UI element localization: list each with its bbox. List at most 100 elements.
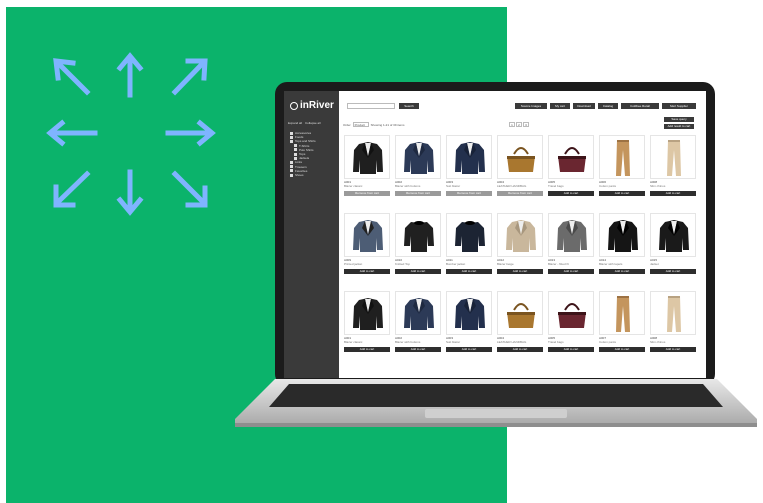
product-card[interactable]: A004 LEATHER HANDBAG Add to cart <box>497 291 543 352</box>
app-sidebar: inRiver Expand all Collapse all Accessor… <box>284 91 339 378</box>
product-card[interactable]: A002 Blazer with buttons Remove from cart <box>395 135 441 196</box>
category-tree: Accessories Foods Tops and Shirts T-Shirts P… <box>290 131 316 177</box>
product-thumbnail[interactable] <box>344 213 390 257</box>
add-to-cart-button[interactable]: Add to cart <box>344 269 390 274</box>
catalog-button[interactable]: Catalog <box>598 103 618 109</box>
add-to-cart-button[interactable]: Add to cart <box>599 191 645 196</box>
product-card[interactable]: A001 Blazer classic Add to cart <box>344 291 390 352</box>
product-thumbnail[interactable] <box>548 291 594 335</box>
add-to-cart-button[interactable]: Add to cart <box>446 347 492 352</box>
product-image <box>455 298 485 330</box>
my-cart-button[interactable]: My cart <box>550 103 570 109</box>
add-to-cart-button[interactable]: Add to cart <box>650 269 696 274</box>
product-thumbnail[interactable] <box>650 135 696 179</box>
product-card[interactable]: A005 Travel bags Add to cart <box>548 291 594 352</box>
download-button[interactable]: Download <box>573 103 595 109</box>
product-image <box>616 140 630 176</box>
product-card[interactable]: A014 Blazer with lapels Add to cart <box>599 213 645 274</box>
add-to-cart-button[interactable]: Add to cart <box>497 269 543 274</box>
product-thumbnail[interactable] <box>650 291 696 335</box>
product-card[interactable]: A008 Slim chinos Add to cart <box>650 135 696 196</box>
sort-control: Order Product Showing 1-21 of 39 items <box>343 122 405 127</box>
product-thumbnail[interactable] <box>395 135 441 179</box>
product-thumbnail[interactable] <box>497 213 543 257</box>
product-thumbnail[interactable] <box>497 135 543 179</box>
product-thumbnail[interactable] <box>497 291 543 335</box>
product-image <box>659 220 689 252</box>
tree-actions: Expand all Collapse all <box>288 121 321 125</box>
product-name: LEATHER HANDBAG <box>497 340 527 344</box>
page-2[interactable]: 2 <box>516 122 522 127</box>
product-image <box>353 298 383 330</box>
product-image <box>455 142 485 174</box>
page-1[interactable]: 1 <box>509 122 515 127</box>
product-card[interactable]: A015 Jacket Add to cart <box>650 213 696 274</box>
product-card[interactable]: A013 Blazer - fitted fit Add to cart <box>548 213 594 274</box>
product-thumbnail[interactable] <box>599 135 645 179</box>
expand-all-link[interactable]: Expand all <box>288 121 302 125</box>
add-to-cart-button[interactable]: Add to cart <box>446 269 492 274</box>
page-3[interactable]: 3 <box>523 122 529 127</box>
add-to-cart-button[interactable]: Add to cart <box>650 347 696 352</box>
add-to-cart-button[interactable]: Add to cart <box>599 347 645 352</box>
sort-select[interactable]: Product <box>352 122 369 127</box>
product-thumbnail[interactable] <box>599 291 645 335</box>
search-button[interactable]: Search <box>399 103 419 109</box>
product-card[interactable]: A002 Blazer with buttons Add to cart <box>395 291 441 352</box>
product-thumbnail[interactable] <box>344 135 390 179</box>
product-thumbnail[interactable] <box>446 213 492 257</box>
product-card[interactable]: A006 Cotton pants Add to cart <box>599 135 645 196</box>
product-thumbnail[interactable] <box>395 291 441 335</box>
product-thumbnail[interactable] <box>446 135 492 179</box>
tree-item[interactable]: Shoes <box>290 173 316 177</box>
product-thumbnail[interactable] <box>650 213 696 257</box>
remove-from-cart-button[interactable]: Remove from cart <box>446 191 492 196</box>
supplier-select[interactable]: Mert Supplier <box>662 103 696 109</box>
product-thumbnail[interactable] <box>344 291 390 335</box>
add-result-to-cart-button[interactable]: Add result to cart <box>664 124 694 129</box>
add-to-cart-button[interactable]: Add to cart <box>344 347 390 352</box>
product-thumbnail[interactable] <box>548 213 594 257</box>
product-card[interactable]: A012 Blazer beige Add to cart <box>497 213 543 274</box>
product-card[interactable]: A007 Cotton pants Add to cart <box>599 291 645 352</box>
logo-text: inRiver <box>300 100 334 111</box>
product-card[interactable]: A003 Suit blazer Add to cart <box>446 291 492 352</box>
search-input[interactable] <box>347 103 395 109</box>
customer-select[interactable]: Coldbee Retail <box>621 103 659 109</box>
add-to-cart-button[interactable]: Add to cart <box>548 191 594 196</box>
product-name: Blazer with lapels <box>599 262 623 266</box>
product-image <box>455 221 485 252</box>
product-image <box>353 220 383 252</box>
product-thumbnail[interactable] <box>395 213 441 257</box>
remove-from-cart-button[interactable]: Remove from cart <box>395 191 441 196</box>
add-to-cart-button[interactable]: Add to cart <box>599 269 645 274</box>
product-card[interactable]: A004 LEATHER HANDBAG Remove from cart <box>497 135 543 196</box>
product-card[interactable]: A001 Blazer classic Remove from cart <box>344 135 390 196</box>
save-query-button[interactable]: Save query <box>664 117 694 122</box>
product-image <box>404 221 434 252</box>
product-thumbnail[interactable] <box>599 213 645 257</box>
add-to-cart-button[interactable]: Add to cart <box>548 269 594 274</box>
collapse-all-link[interactable]: Collapse all <box>305 121 321 125</box>
remove-from-cart-button[interactable]: Remove from cart <box>497 191 543 196</box>
product-card[interactable]: A010 Knitted Top Add to cart <box>395 213 441 274</box>
add-to-cart-button[interactable]: Add to cart <box>650 191 696 196</box>
add-to-cart-button[interactable]: Add to cart <box>497 347 543 352</box>
remove-from-cart-button[interactable]: Remove from cart <box>344 191 390 196</box>
product-card[interactable]: A008 Slim chinos Add to cart <box>650 291 696 352</box>
product-name: Travel bags <box>548 184 564 188</box>
laptop-screen: inRiver Expand all Collapse all Accessor… <box>284 91 706 378</box>
product-card[interactable]: A011 Bomber jacket Add to cart <box>446 213 492 274</box>
product-card[interactable]: A003 Suit blazer Remove from cart <box>446 135 492 196</box>
add-to-cart-button[interactable]: Add to cart <box>395 347 441 352</box>
product-card[interactable]: A005 Travel bags Add to cart <box>548 135 594 196</box>
product-name: Slim chinos <box>650 184 666 188</box>
source-images-button[interactable]: Source Images <box>515 103 547 109</box>
product-thumbnail[interactable] <box>446 291 492 335</box>
add-to-cart-button[interactable]: Add to cart <box>395 269 441 274</box>
product-card[interactable]: A009 Printed jacket Add to cart <box>344 213 390 274</box>
add-to-cart-button[interactable]: Add to cart <box>548 347 594 352</box>
product-image <box>558 303 586 328</box>
product-image <box>507 303 535 328</box>
product-thumbnail[interactable] <box>548 135 594 179</box>
